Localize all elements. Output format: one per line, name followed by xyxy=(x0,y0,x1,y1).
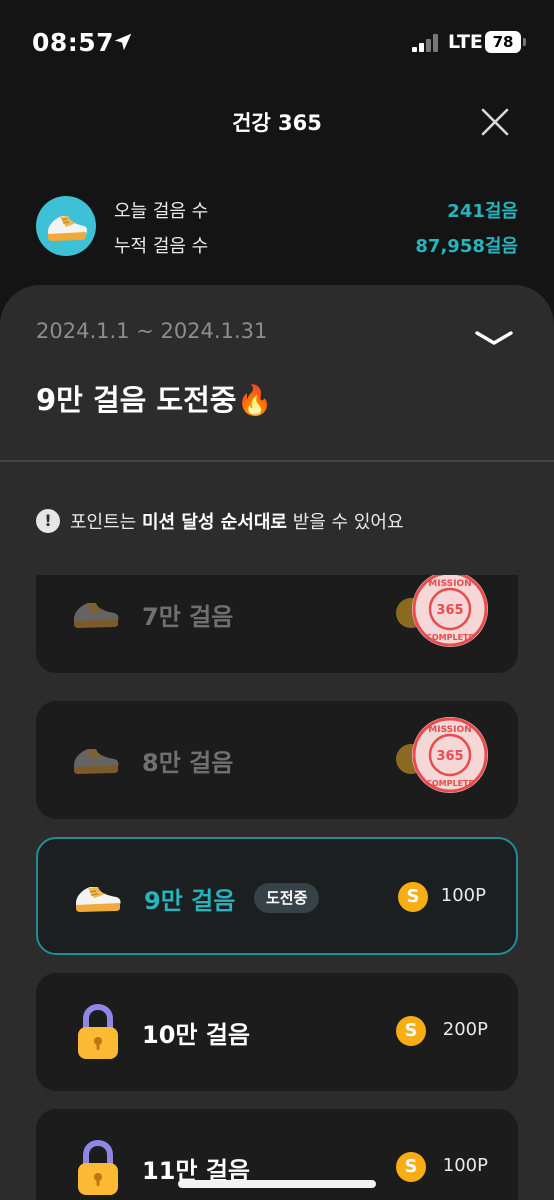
battery-icon: 78 xyxy=(485,31,521,53)
chevron-down-icon[interactable] xyxy=(472,323,516,353)
mission-label: 10만 걸음 xyxy=(142,1021,250,1049)
date-range: 2024.1.1 ~ 2024.1.31 xyxy=(36,319,268,343)
mission-card-100k[interactable]: 10만 걸음 S 200P xyxy=(36,973,518,1091)
status-time: 08:57 xyxy=(32,28,115,57)
points-value: 100P xyxy=(440,885,486,906)
points-value: 100P xyxy=(442,1155,488,1176)
points-notice: 포인트는 미션 달성 순서대로 받을 수 있어요 xyxy=(70,512,404,533)
svg-text:365: 365 xyxy=(436,603,463,618)
home-indicator[interactable] xyxy=(178,1180,376,1188)
sneaker-icon xyxy=(74,603,119,628)
status-bar: 08:57 LTE 78 xyxy=(0,0,554,88)
coin-icon: S xyxy=(396,1152,426,1182)
sneaker-avatar-icon xyxy=(36,196,96,256)
lock-icon xyxy=(78,1003,118,1059)
svg-text:365: 365 xyxy=(436,749,463,764)
signal-icon xyxy=(412,34,442,52)
today-steps-label: 오늘 걸음 수 xyxy=(114,201,209,222)
sneaker-icon xyxy=(74,749,119,774)
mission-label: 8만 걸음 xyxy=(142,749,234,777)
in-progress-badge: 도전중 xyxy=(254,883,320,913)
svg-text:MISSION: MISSION xyxy=(428,725,471,735)
svg-text:MISSION: MISSION xyxy=(428,579,471,589)
mission-label: 9만 걸음 xyxy=(144,887,236,915)
divider xyxy=(0,460,554,462)
total-steps-value: 87,958걸음 xyxy=(415,236,518,257)
battery-tip xyxy=(523,38,526,46)
mission-list: 7만 걸음 MISSION 365 COMPLETE 8만 걸음 MISSION… xyxy=(0,575,554,1200)
challenge-title: 9만 걸음 도전중🔥 xyxy=(36,383,273,417)
mission-card-70k[interactable]: 7만 걸음 MISSION 365 COMPLETE xyxy=(36,575,518,673)
coin-icon: S xyxy=(396,1016,426,1046)
close-icon[interactable] xyxy=(476,103,514,141)
today-steps-value: 241걸음 xyxy=(447,201,518,222)
points-value: 200P xyxy=(442,1019,488,1040)
sneaker-icon xyxy=(76,887,121,912)
mission-card-80k[interactable]: 8만 걸음 MISSION 365 COMPLETE xyxy=(36,701,518,819)
total-steps-label: 누적 걸음 수 xyxy=(114,236,209,257)
coin-icon: S xyxy=(398,882,428,912)
mission-complete-stamp: MISSION 365 COMPLETE xyxy=(412,717,488,793)
page-title: 건강 365 xyxy=(232,111,322,135)
lock-icon xyxy=(78,1139,118,1195)
location-arrow-icon xyxy=(114,33,132,51)
challenge-sheet: 2024.1.1 ~ 2024.1.31 9만 걸음 도전중🔥 ! 포인트는 미… xyxy=(0,285,554,1200)
info-icon: ! xyxy=(36,509,60,533)
mission-label: 7만 걸음 xyxy=(142,603,234,631)
mission-complete-stamp: MISSION 365 COMPLETE xyxy=(412,575,488,647)
mission-card-90k[interactable]: 9만 걸음 도전중 S 100P xyxy=(36,837,518,955)
network-type: LTE xyxy=(448,31,483,53)
svg-text:COMPLETE: COMPLETE xyxy=(426,633,474,642)
svg-text:COMPLETE: COMPLETE xyxy=(426,779,474,788)
